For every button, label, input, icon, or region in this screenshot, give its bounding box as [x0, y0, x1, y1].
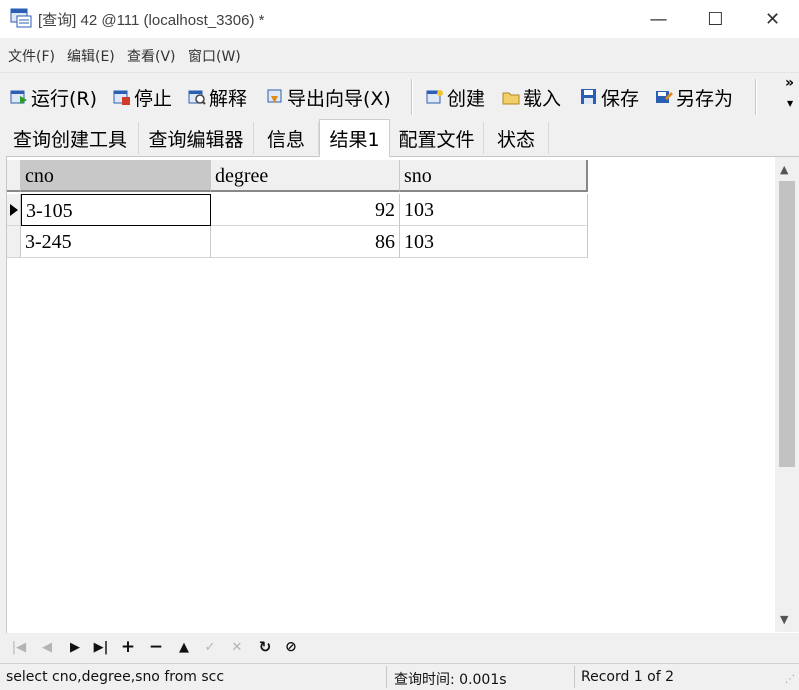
maximize-icon: ☐	[707, 8, 724, 30]
tab-strip: 查询创建工具 查询编辑器 信息 结果1 配置文件 状态	[0, 118, 799, 157]
explain-icon	[188, 88, 206, 106]
status-record-count: Record 1 of 2	[581, 669, 675, 685]
toolbar-overflow-button[interactable]: »	[785, 75, 794, 91]
create-icon	[426, 88, 444, 106]
status-separator	[574, 666, 575, 688]
stop-label: 停止	[134, 87, 173, 110]
scrollbar-thumb[interactable]	[779, 181, 795, 467]
save-label: 保存	[601, 87, 640, 110]
menu-bar: 文件(F) 编辑(E) 查看(V) 窗口(W)	[0, 38, 799, 72]
record-navigator: |◀ ◀ ▶ ▶| + − ▲ ✓ ✕ ↻ ⊘	[0, 633, 799, 661]
toolbar: 运行(R) 停止 解释 导出向导(X) 创建 载入 保存 另存为 » ▼	[0, 72, 799, 119]
folder-icon	[502, 88, 520, 106]
delete-record-icon[interactable]: −	[145, 637, 167, 657]
row-indicator[interactable]	[7, 194, 21, 226]
prior-record-icon[interactable]: ◀	[36, 637, 58, 657]
status-sql-text: select cno,degree,sno from scc	[6, 669, 225, 685]
toolbar-dropdown-icon[interactable]: ▼	[787, 99, 793, 108]
maximize-button[interactable]: ☐	[687, 0, 744, 38]
window-title: [查询] 42 @111 (localhost_3306) *	[38, 12, 265, 29]
refresh-icon[interactable]: ↻	[254, 637, 276, 657]
stop-icon	[113, 88, 131, 106]
tab-profile[interactable]: 配置文件	[390, 122, 484, 154]
menu-edit[interactable]: 编辑(E)	[67, 46, 115, 66]
load-button[interactable]: 载入	[502, 83, 561, 111]
insert-record-icon[interactable]: +	[117, 637, 139, 657]
next-record-icon[interactable]: ▶	[64, 637, 86, 657]
query-window-icon	[10, 8, 32, 28]
run-button[interactable]: 运行(R)	[10, 83, 97, 111]
export-wizard-label: 导出向导(X)	[287, 87, 391, 110]
toolbar-separator-2	[755, 79, 757, 115]
export-wizard-button[interactable]: 导出向导(X)	[266, 83, 391, 111]
menu-view[interactable]: 查看(V)	[127, 46, 176, 66]
tab-query-builder[interactable]: 查询创建工具	[2, 122, 139, 154]
status-query-time: 查询时间: 0.001s	[394, 672, 507, 688]
create-button[interactable]: 创建	[426, 83, 485, 111]
minimize-icon: —	[649, 8, 668, 30]
first-record-icon[interactable]: |◀	[8, 637, 30, 657]
table-cell[interactable]: 86	[211, 226, 400, 258]
tab-info[interactable]: 信息	[254, 122, 319, 154]
scroll-down-icon[interactable]: ▼	[780, 613, 788, 626]
vertical-scrollbar[interactable]: ▲ ▼	[775, 157, 799, 632]
menu-file[interactable]: 文件(F)	[8, 46, 55, 66]
status-bar: select cno,degree,sno from scc 查询时间: 0.0…	[0, 663, 799, 690]
result-grid: cno degree sno 3-105 92 103 3-245 86 103	[6, 156, 799, 635]
save-as-label: 另存为	[676, 87, 734, 110]
stop-fetch-icon[interactable]: ⊘	[280, 637, 302, 657]
table-cell[interactable]: 103	[400, 194, 588, 226]
resize-grip-icon[interactable]: ⋰	[785, 674, 795, 685]
export-icon	[266, 88, 284, 106]
table-cell[interactable]: 3-105	[21, 194, 211, 226]
explain-label: 解释	[209, 87, 248, 110]
table-cell[interactable]: 92	[211, 194, 400, 226]
column-header-degree[interactable]: degree	[211, 160, 400, 192]
close-icon: ✕	[764, 8, 781, 30]
row-indicator[interactable]	[7, 226, 21, 258]
scroll-up-icon[interactable]: ▲	[780, 163, 788, 176]
column-header-cno[interactable]: cno	[21, 160, 211, 192]
load-label: 载入	[523, 87, 562, 110]
floppy-icon	[580, 88, 598, 106]
column-header-sno[interactable]: sno	[400, 160, 588, 192]
table-cell[interactable]: 3-245	[21, 226, 211, 258]
run-icon	[10, 88, 28, 106]
toolbar-separator	[411, 79, 413, 115]
save-as-button[interactable]: 另存为	[655, 83, 733, 111]
edit-record-icon[interactable]: ▲	[173, 637, 195, 657]
close-button[interactable]: ✕	[744, 0, 799, 38]
last-record-icon[interactable]: ▶|	[90, 637, 112, 657]
tab-status[interactable]: 状态	[484, 122, 549, 154]
minimize-button[interactable]: —	[630, 0, 687, 38]
save-as-icon	[655, 88, 673, 106]
post-edit-icon[interactable]: ✓	[199, 637, 221, 657]
save-button[interactable]: 保存	[580, 83, 639, 111]
tab-result-1[interactable]: 结果1	[319, 119, 390, 157]
menu-window[interactable]: 窗口(W)	[188, 46, 241, 66]
title-bar: [查询] 42 @111 (localhost_3306) * — ☐ ✕	[0, 0, 799, 38]
table-cell[interactable]: 103	[400, 226, 588, 258]
stop-button[interactable]: 停止	[113, 83, 172, 111]
row-header-corner	[7, 160, 21, 192]
cancel-edit-icon[interactable]: ✕	[226, 637, 248, 657]
tab-query-editor[interactable]: 查询编辑器	[139, 122, 254, 154]
status-separator	[386, 666, 387, 688]
explain-button[interactable]: 解释	[188, 83, 247, 111]
current-row-arrow-icon	[10, 204, 18, 216]
run-label: 运行(R)	[31, 87, 98, 110]
create-label: 创建	[447, 87, 486, 110]
